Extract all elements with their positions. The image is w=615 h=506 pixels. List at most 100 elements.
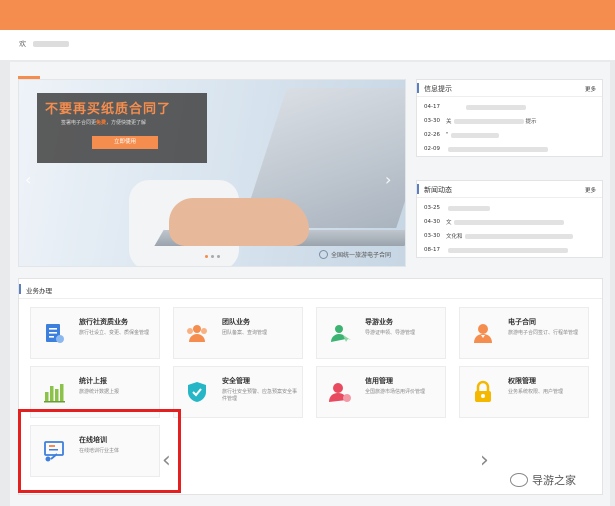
item-title: 文化和 bbox=[446, 234, 463, 240]
guide-icon bbox=[331, 325, 351, 342]
business-header: 业务办理 bbox=[19, 279, 602, 299]
redacted-text bbox=[464, 233, 573, 239]
promo-sub-highlight: 免费 bbox=[96, 120, 107, 126]
card-agency-qualification[interactable]: 旅行社资质业务 旅行社设立、变更、质保金管理 bbox=[30, 307, 160, 359]
card-title: 旅行社资质业务 bbox=[79, 318, 128, 326]
list-item[interactable]: 03-25 bbox=[417, 201, 602, 215]
item-title-tail: 提示 bbox=[525, 119, 537, 125]
list-item[interactable]: 02-26 " bbox=[417, 128, 602, 142]
banner-caption: 全国统一旅游电子合同 bbox=[319, 250, 391, 259]
banner-caption-text: 全国统一旅游电子合同 bbox=[331, 252, 392, 259]
watermark: 导游之家 bbox=[510, 472, 576, 488]
redacted-text bbox=[448, 146, 548, 152]
banner-dot[interactable] bbox=[211, 255, 214, 258]
item-date: 03-30 bbox=[424, 118, 440, 124]
banner-next-arrow[interactable]: › bbox=[385, 170, 391, 189]
top-header-bar bbox=[0, 0, 615, 30]
news-panel-title: 新闻动态 bbox=[424, 186, 452, 194]
promo-sub-pre: 签署电子合同更 bbox=[61, 120, 97, 126]
item-title: 文 bbox=[446, 220, 452, 226]
bar-chart-icon bbox=[44, 384, 65, 403]
section-marker bbox=[417, 83, 419, 93]
banner-dot[interactable] bbox=[217, 255, 220, 258]
card-e-contract[interactable]: 电子合同 旅游电子合同签订、行程单管理 bbox=[459, 307, 589, 359]
card-desc: 旅游电子合同签订、行程单管理 bbox=[508, 330, 579, 336]
item-date: 03-25 bbox=[424, 205, 440, 211]
item-date: 04-30 bbox=[424, 219, 440, 225]
info-panel: 信息提示 更多 04-17 03-30 关 提示 02-26 " 02-09 bbox=[416, 79, 603, 157]
news-panel-header: 新闻动态 更多 bbox=[417, 181, 602, 198]
section-marker bbox=[19, 284, 21, 294]
lock-icon bbox=[475, 380, 491, 402]
banner-prev-arrow[interactable]: ‹ bbox=[25, 170, 31, 189]
card-desc: 导游证申领、导游管理 bbox=[365, 330, 416, 336]
list-item[interactable]: 03-30 关 提示 bbox=[417, 114, 602, 128]
list-item[interactable]: 08-17 bbox=[417, 243, 602, 257]
item-date: 02-09 bbox=[424, 146, 440, 152]
list-item[interactable]: 03-30 文化和 bbox=[417, 229, 602, 243]
redacted-text bbox=[453, 219, 564, 225]
item-title: 关 bbox=[446, 119, 452, 125]
info-panel-header: 信息提示 更多 bbox=[417, 80, 602, 97]
banner-photo-hands bbox=[169, 198, 309, 246]
welcome-text: 欢 bbox=[19, 40, 26, 48]
wechat-icon bbox=[510, 473, 528, 487]
card-title: 电子合同 bbox=[508, 318, 536, 326]
card-guide-business[interactable]: 导游业务 导游证申领、导游管理 bbox=[316, 307, 446, 359]
promo-headline: 不要再买纸质合同了 bbox=[45, 102, 172, 117]
redacted-text bbox=[448, 205, 490, 211]
promo-sub-post: ，方便快捷更了解 bbox=[106, 120, 147, 126]
card-team-business[interactable]: 团队业务 团队备案、查询管理 bbox=[173, 307, 303, 359]
promo-box: 不要再买纸质合同了 签署电子合同更免费，方便快捷更了解 立即使用 bbox=[37, 93, 207, 163]
card-title: 权限管理 bbox=[508, 377, 536, 385]
card-safety-management[interactable]: 安全管理 旅行社安全预警、应急预案安全事件管理 bbox=[173, 366, 303, 418]
business-next-arrow[interactable]: › bbox=[480, 448, 489, 473]
team-icon bbox=[187, 325, 207, 342]
credit-user-icon bbox=[329, 383, 351, 402]
business-title: 业务办理 bbox=[26, 287, 52, 295]
news-panel: 新闻动态 更多 03-25 04-30 文 03-30 文化和 08-17 bbox=[416, 180, 603, 258]
section-marker bbox=[417, 184, 419, 194]
card-desc: 团队备案、查询管理 bbox=[222, 330, 268, 336]
card-title: 安全管理 bbox=[222, 377, 250, 385]
item-date: 08-17 bbox=[424, 247, 440, 253]
card-desc: 旅行社设立、变更、质保金管理 bbox=[79, 330, 150, 336]
watermark-text: 导游之家 bbox=[532, 474, 576, 487]
use-now-button[interactable]: 立即使用 bbox=[92, 136, 158, 149]
card-title: 导游业务 bbox=[365, 318, 393, 326]
banner-pagination bbox=[205, 255, 220, 258]
redacted-text bbox=[453, 118, 524, 124]
info-panel-title: 信息提示 bbox=[424, 85, 452, 93]
card-title: 团队业务 bbox=[222, 318, 250, 326]
card-title: 统计上报 bbox=[79, 377, 107, 385]
item-title: " bbox=[446, 132, 449, 138]
news-more-link[interactable]: 更多 bbox=[585, 186, 596, 194]
item-date: 02-26 bbox=[424, 132, 440, 138]
item-date: 04-17 bbox=[424, 104, 440, 110]
item-date: 03-30 bbox=[424, 233, 440, 239]
list-item[interactable]: 04-17 bbox=[417, 100, 602, 114]
contract-logo-icon bbox=[319, 250, 328, 259]
card-desc: 全国旅游市场信用评价管理 bbox=[365, 389, 426, 395]
card-desc: 旅游统计数据上报 bbox=[79, 389, 120, 395]
promo-banner[interactable]: 不要再买纸质合同了 签署电子合同更免费，方便快捷更了解 立即使用 ‹ › 全国统… bbox=[18, 79, 406, 267]
card-permission-management[interactable]: 权限管理 业务系统权限、用户管理 bbox=[459, 366, 589, 418]
card-credit-management[interactable]: 信用管理 全国旅游市场信用评价管理 bbox=[316, 366, 446, 418]
user-icon bbox=[474, 324, 492, 343]
username-redacted bbox=[33, 41, 69, 47]
redacted-text bbox=[450, 132, 499, 138]
info-more-link[interactable]: 更多 bbox=[585, 85, 596, 93]
redacted-text bbox=[448, 247, 568, 253]
red-highlight-box bbox=[18, 409, 181, 493]
list-item[interactable]: 04-30 文 bbox=[417, 215, 602, 229]
card-title: 信用管理 bbox=[365, 377, 393, 385]
card-desc: 业务系统权限、用户管理 bbox=[508, 389, 564, 395]
promo-subtitle: 签署电子合同更免费，方便快捷更了解 bbox=[61, 119, 146, 126]
list-item[interactable]: 02-09 bbox=[417, 142, 602, 156]
banner-dot[interactable] bbox=[205, 255, 208, 258]
shield-icon bbox=[188, 382, 206, 402]
redacted-text bbox=[466, 104, 526, 110]
card-desc: 旅行社安全预警、应急预案安全事件管理 bbox=[222, 389, 298, 402]
welcome-bar: 欢 bbox=[0, 30, 615, 60]
document-icon bbox=[46, 324, 64, 343]
